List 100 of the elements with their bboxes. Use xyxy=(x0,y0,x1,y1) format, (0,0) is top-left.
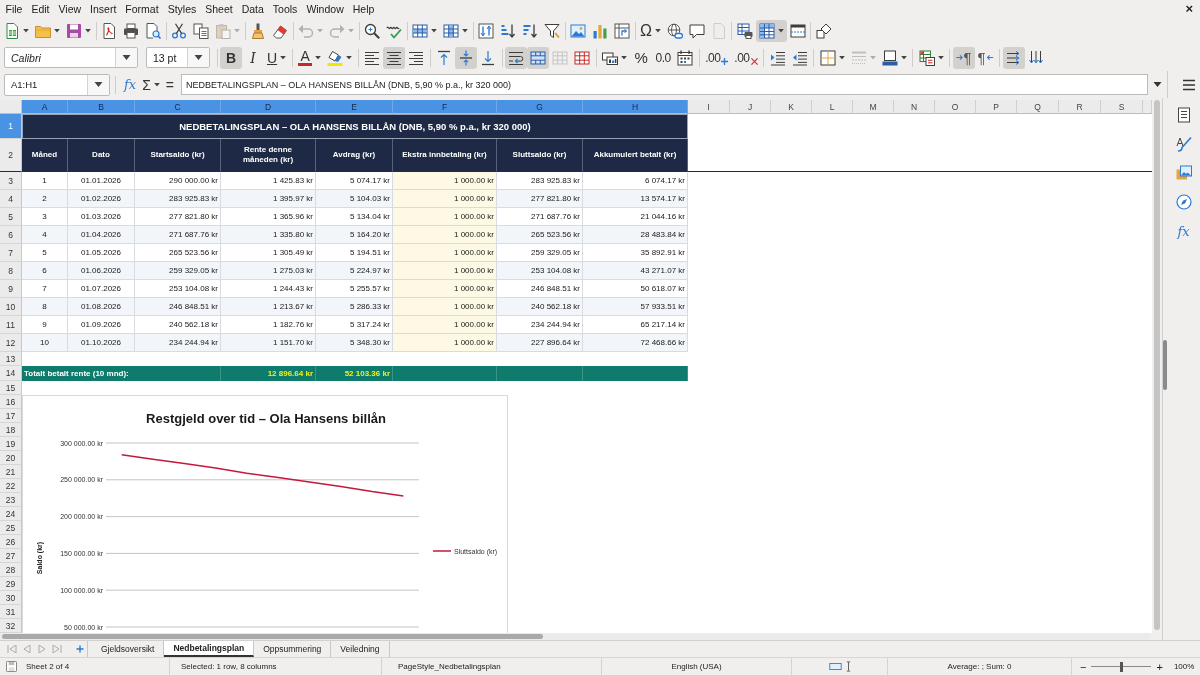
center-button[interactable] xyxy=(383,46,406,69)
column-header[interactable]: B xyxy=(68,100,135,114)
menu-item[interactable]: Format xyxy=(121,1,163,17)
row-header[interactable]: 3 xyxy=(0,172,22,190)
row-header[interactable]: 23 xyxy=(0,493,22,507)
scrollbar-thumb[interactable] xyxy=(2,634,543,639)
row-header[interactable]: 24 xyxy=(0,507,22,521)
row-header[interactable]: 7 xyxy=(0,244,22,262)
slider-thumb[interactable] xyxy=(1119,661,1123,672)
row-header[interactable]: 20 xyxy=(0,451,22,465)
row-header[interactable]: 13 xyxy=(0,352,22,366)
row-header[interactable]: 11 xyxy=(0,316,22,334)
wrap-button[interactable] xyxy=(505,46,528,69)
row-header[interactable]: 32 xyxy=(0,619,22,633)
sheet-tab[interactable]: Nedbetalingsplan xyxy=(164,641,255,657)
zoom-out-button[interactable]: − xyxy=(1078,659,1089,674)
menu-item[interactable]: Edit xyxy=(27,1,53,17)
menu-item[interactable]: Help xyxy=(349,1,378,17)
row-header[interactable]: 8 xyxy=(0,262,22,280)
bold-button[interactable]: B xyxy=(220,46,242,69)
menu-item[interactable]: Styles xyxy=(164,1,200,17)
sidebar-grip[interactable] xyxy=(1163,340,1167,390)
column-header[interactable]: K xyxy=(771,100,812,114)
name-box-field[interactable]: A1:H1 xyxy=(4,73,110,96)
adddecimal-button[interactable]: .00 xyxy=(702,46,732,69)
formula-input-field[interactable]: NEDBETALINGSPLAN – OLA HANSENS BILLÅN (DNB, 5,90 % p.a., kr 320 000) xyxy=(181,74,1148,95)
row-header[interactable]: 30 xyxy=(0,591,22,605)
menu-item[interactable]: Window xyxy=(302,1,348,17)
column-header[interactable]: O xyxy=(935,100,976,114)
rtl-button[interactable]: ¶ xyxy=(974,46,997,69)
column-header[interactable]: S xyxy=(1101,100,1143,114)
fontcolor-button[interactable]: A xyxy=(295,46,325,69)
row-header[interactable]: 21 xyxy=(0,465,22,479)
row-header[interactable]: 9 xyxy=(0,280,22,298)
row-header[interactable]: 10 xyxy=(0,298,22,316)
sheet-tab[interactable]: Veiledning xyxy=(331,641,390,657)
menu-item[interactable]: Sheet xyxy=(201,1,237,17)
sheet-tab[interactable]: Oppsummering xyxy=(254,641,332,657)
row-header[interactable]: 12 xyxy=(0,334,22,352)
column-header[interactable]: A xyxy=(22,100,68,114)
sum-button[interactable]: Σ xyxy=(139,73,163,96)
row-header[interactable]: 22 xyxy=(0,479,22,493)
row-header[interactable]: 5 xyxy=(0,208,22,226)
menu-item[interactable]: File xyxy=(2,1,26,17)
row-header[interactable]: 18 xyxy=(0,423,22,437)
column-header[interactable]: L xyxy=(812,100,853,114)
row-header[interactable]: 26 xyxy=(0,535,22,549)
horizontal-button[interactable] xyxy=(1002,46,1025,69)
font-name-field[interactable]: Calibri xyxy=(4,47,138,68)
column-header[interactable]: N xyxy=(894,100,935,114)
function-wizard-button[interactable]: fx xyxy=(121,73,140,96)
row-header[interactable]: 4 xyxy=(0,190,22,208)
row-header[interactable]: 15 xyxy=(0,381,22,395)
row-header[interactable]: 14 xyxy=(0,366,22,381)
mergecenter-button[interactable] xyxy=(527,46,550,69)
row-header[interactable]: 25 xyxy=(0,521,22,535)
copy-button[interactable] xyxy=(190,20,212,42)
deletedecimal-button[interactable]: .00 xyxy=(731,46,761,69)
column-header[interactable]: Q xyxy=(1017,100,1059,114)
column-header[interactable]: D xyxy=(221,100,316,114)
zoom-in-button[interactable]: + xyxy=(1154,659,1165,674)
percent-button[interactable]: % xyxy=(630,46,653,69)
column-header[interactable]: R xyxy=(1059,100,1101,114)
column-header[interactable]: C xyxy=(135,100,221,114)
column-header[interactable]: G xyxy=(497,100,583,114)
row-header[interactable]: 29 xyxy=(0,577,22,591)
column-header[interactable]: J xyxy=(730,100,771,114)
menu-item[interactable]: Tools xyxy=(269,1,301,17)
column-header[interactable]: P xyxy=(976,100,1017,114)
column-header[interactable]: I xyxy=(688,100,730,114)
number-button[interactable]: 0.0 xyxy=(652,46,675,69)
font-size-field[interactable]: 13 pt xyxy=(146,47,210,68)
horizontal-scrollbar[interactable] xyxy=(0,633,1150,640)
column-header[interactable]: F xyxy=(393,100,497,114)
pivot-button[interactable] xyxy=(611,20,633,42)
row-header[interactable]: 28 xyxy=(0,563,22,577)
menu-item[interactable]: Data xyxy=(238,1,268,17)
italic-button[interactable]: I xyxy=(242,46,264,69)
row-header[interactable]: 2 xyxy=(0,139,22,172)
dropdown-button[interactable] xyxy=(115,48,137,67)
menu-item[interactable]: Insert xyxy=(86,1,120,17)
middle-button[interactable] xyxy=(455,46,478,69)
dropdown-button[interactable] xyxy=(87,74,109,95)
freeze-button[interactable] xyxy=(755,20,787,42)
ltr-button[interactable]: ¶ xyxy=(952,46,975,69)
row-header[interactable]: 6 xyxy=(0,226,22,244)
row-header[interactable]: 19 xyxy=(0,437,22,451)
row-header[interactable]: 31 xyxy=(0,605,22,619)
sidebar-tab[interactable]: fx xyxy=(1172,220,1195,242)
row-header[interactable]: 17 xyxy=(0,409,22,423)
row-header[interactable]: 27 xyxy=(0,549,22,563)
underline-button[interactable]: U xyxy=(264,46,290,69)
row-header[interactable]: 16 xyxy=(0,395,22,409)
close-button[interactable]: × xyxy=(1182,1,1196,17)
column-header[interactable]: E xyxy=(316,100,393,114)
dropdown-button[interactable] xyxy=(187,48,209,67)
menu-item[interactable]: View xyxy=(55,1,85,17)
formula-button[interactable]: = xyxy=(162,73,177,96)
special-button[interactable]: Ω xyxy=(637,20,664,42)
column-header[interactable]: M xyxy=(853,100,894,114)
